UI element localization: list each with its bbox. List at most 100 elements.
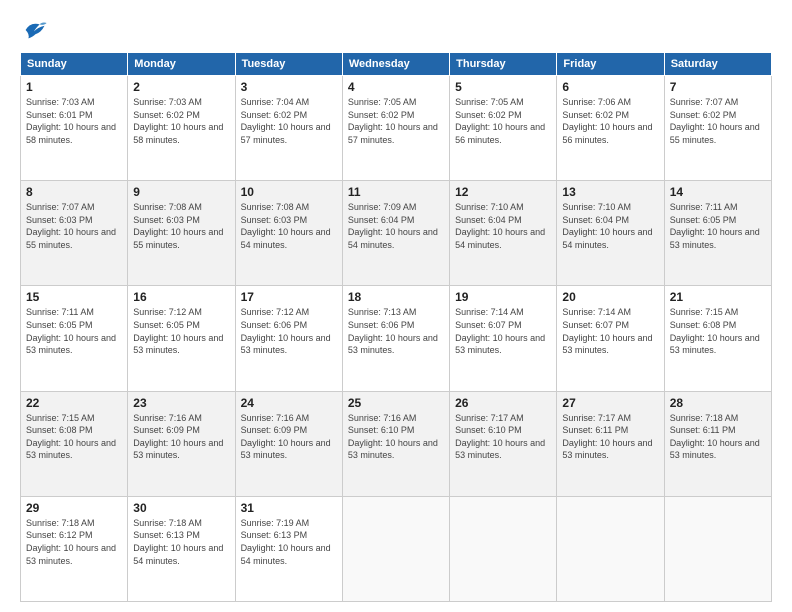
day-info: Sunrise: 7:09 AM Sunset: 6:04 PM Dayligh… bbox=[348, 201, 444, 251]
week-row-3: 15 Sunrise: 7:11 AM Sunset: 6:05 PM Dayl… bbox=[21, 286, 772, 391]
day-info: Sunrise: 7:12 AM Sunset: 6:05 PM Dayligh… bbox=[133, 306, 229, 356]
day-number: 16 bbox=[133, 290, 229, 304]
day-number: 23 bbox=[133, 396, 229, 410]
day-cell: 5 Sunrise: 7:05 AM Sunset: 6:02 PM Dayli… bbox=[450, 76, 557, 181]
day-number: 21 bbox=[670, 290, 766, 304]
day-info: Sunrise: 7:06 AM Sunset: 6:02 PM Dayligh… bbox=[562, 96, 658, 146]
day-info: Sunrise: 7:14 AM Sunset: 6:07 PM Dayligh… bbox=[455, 306, 551, 356]
day-cell: 11 Sunrise: 7:09 AM Sunset: 6:04 PM Dayl… bbox=[342, 181, 449, 286]
day-number: 7 bbox=[670, 80, 766, 94]
day-cell: 9 Sunrise: 7:08 AM Sunset: 6:03 PM Dayli… bbox=[128, 181, 235, 286]
weekday-wednesday: Wednesday bbox=[342, 53, 449, 76]
day-number: 4 bbox=[348, 80, 444, 94]
day-info: Sunrise: 7:07 AM Sunset: 6:02 PM Dayligh… bbox=[670, 96, 766, 146]
day-cell bbox=[450, 496, 557, 601]
day-cell: 3 Sunrise: 7:04 AM Sunset: 6:02 PM Dayli… bbox=[235, 76, 342, 181]
day-cell: 26 Sunrise: 7:17 AM Sunset: 6:10 PM Dayl… bbox=[450, 391, 557, 496]
day-cell: 6 Sunrise: 7:06 AM Sunset: 6:02 PM Dayli… bbox=[557, 76, 664, 181]
weekday-header-row: SundayMondayTuesdayWednesdayThursdayFrid… bbox=[21, 53, 772, 76]
day-info: Sunrise: 7:03 AM Sunset: 6:02 PM Dayligh… bbox=[133, 96, 229, 146]
weekday-saturday: Saturday bbox=[664, 53, 771, 76]
day-info: Sunrise: 7:10 AM Sunset: 6:04 PM Dayligh… bbox=[455, 201, 551, 251]
day-info: Sunrise: 7:12 AM Sunset: 6:06 PM Dayligh… bbox=[241, 306, 337, 356]
day-info: Sunrise: 7:08 AM Sunset: 6:03 PM Dayligh… bbox=[133, 201, 229, 251]
day-number: 13 bbox=[562, 185, 658, 199]
day-cell: 30 Sunrise: 7:18 AM Sunset: 6:13 PM Dayl… bbox=[128, 496, 235, 601]
day-cell: 19 Sunrise: 7:14 AM Sunset: 6:07 PM Dayl… bbox=[450, 286, 557, 391]
day-number: 25 bbox=[348, 396, 444, 410]
day-number: 3 bbox=[241, 80, 337, 94]
logo bbox=[20, 16, 52, 44]
day-info: Sunrise: 7:16 AM Sunset: 6:09 PM Dayligh… bbox=[241, 412, 337, 462]
weekday-friday: Friday bbox=[557, 53, 664, 76]
day-number: 18 bbox=[348, 290, 444, 304]
day-number: 22 bbox=[26, 396, 122, 410]
week-row-4: 22 Sunrise: 7:15 AM Sunset: 6:08 PM Dayl… bbox=[21, 391, 772, 496]
day-info: Sunrise: 7:18 AM Sunset: 6:12 PM Dayligh… bbox=[26, 517, 122, 567]
day-info: Sunrise: 7:03 AM Sunset: 6:01 PM Dayligh… bbox=[26, 96, 122, 146]
day-number: 29 bbox=[26, 501, 122, 515]
day-number: 1 bbox=[26, 80, 122, 94]
day-cell: 13 Sunrise: 7:10 AM Sunset: 6:04 PM Dayl… bbox=[557, 181, 664, 286]
day-cell: 24 Sunrise: 7:16 AM Sunset: 6:09 PM Dayl… bbox=[235, 391, 342, 496]
day-info: Sunrise: 7:14 AM Sunset: 6:07 PM Dayligh… bbox=[562, 306, 658, 356]
weekday-tuesday: Tuesday bbox=[235, 53, 342, 76]
day-cell: 7 Sunrise: 7:07 AM Sunset: 6:02 PM Dayli… bbox=[664, 76, 771, 181]
day-number: 11 bbox=[348, 185, 444, 199]
day-info: Sunrise: 7:19 AM Sunset: 6:13 PM Dayligh… bbox=[241, 517, 337, 567]
weekday-monday: Monday bbox=[128, 53, 235, 76]
day-info: Sunrise: 7:17 AM Sunset: 6:11 PM Dayligh… bbox=[562, 412, 658, 462]
day-cell: 15 Sunrise: 7:11 AM Sunset: 6:05 PM Dayl… bbox=[21, 286, 128, 391]
day-cell: 18 Sunrise: 7:13 AM Sunset: 6:06 PM Dayl… bbox=[342, 286, 449, 391]
day-cell: 8 Sunrise: 7:07 AM Sunset: 6:03 PM Dayli… bbox=[21, 181, 128, 286]
day-info: Sunrise: 7:10 AM Sunset: 6:04 PM Dayligh… bbox=[562, 201, 658, 251]
day-info: Sunrise: 7:05 AM Sunset: 6:02 PM Dayligh… bbox=[455, 96, 551, 146]
day-number: 6 bbox=[562, 80, 658, 94]
day-number: 14 bbox=[670, 185, 766, 199]
day-number: 17 bbox=[241, 290, 337, 304]
day-cell: 27 Sunrise: 7:17 AM Sunset: 6:11 PM Dayl… bbox=[557, 391, 664, 496]
day-cell: 2 Sunrise: 7:03 AM Sunset: 6:02 PM Dayli… bbox=[128, 76, 235, 181]
day-cell bbox=[557, 496, 664, 601]
day-number: 31 bbox=[241, 501, 337, 515]
page: SundayMondayTuesdayWednesdayThursdayFrid… bbox=[0, 0, 792, 612]
week-row-2: 8 Sunrise: 7:07 AM Sunset: 6:03 PM Dayli… bbox=[21, 181, 772, 286]
week-row-1: 1 Sunrise: 7:03 AM Sunset: 6:01 PM Dayli… bbox=[21, 76, 772, 181]
day-cell: 23 Sunrise: 7:16 AM Sunset: 6:09 PM Dayl… bbox=[128, 391, 235, 496]
day-info: Sunrise: 7:11 AM Sunset: 6:05 PM Dayligh… bbox=[670, 201, 766, 251]
logo-bird-icon bbox=[20, 16, 48, 44]
day-number: 15 bbox=[26, 290, 122, 304]
day-info: Sunrise: 7:16 AM Sunset: 6:10 PM Dayligh… bbox=[348, 412, 444, 462]
day-number: 19 bbox=[455, 290, 551, 304]
day-cell: 1 Sunrise: 7:03 AM Sunset: 6:01 PM Dayli… bbox=[21, 76, 128, 181]
day-info: Sunrise: 7:16 AM Sunset: 6:09 PM Dayligh… bbox=[133, 412, 229, 462]
calendar-body: 1 Sunrise: 7:03 AM Sunset: 6:01 PM Dayli… bbox=[21, 76, 772, 602]
day-number: 9 bbox=[133, 185, 229, 199]
day-info: Sunrise: 7:15 AM Sunset: 6:08 PM Dayligh… bbox=[26, 412, 122, 462]
day-number: 28 bbox=[670, 396, 766, 410]
weekday-thursday: Thursday bbox=[450, 53, 557, 76]
day-number: 5 bbox=[455, 80, 551, 94]
day-cell: 20 Sunrise: 7:14 AM Sunset: 6:07 PM Dayl… bbox=[557, 286, 664, 391]
day-cell: 17 Sunrise: 7:12 AM Sunset: 6:06 PM Dayl… bbox=[235, 286, 342, 391]
day-info: Sunrise: 7:13 AM Sunset: 6:06 PM Dayligh… bbox=[348, 306, 444, 356]
day-cell: 25 Sunrise: 7:16 AM Sunset: 6:10 PM Dayl… bbox=[342, 391, 449, 496]
day-info: Sunrise: 7:04 AM Sunset: 6:02 PM Dayligh… bbox=[241, 96, 337, 146]
day-cell: 4 Sunrise: 7:05 AM Sunset: 6:02 PM Dayli… bbox=[342, 76, 449, 181]
day-number: 12 bbox=[455, 185, 551, 199]
day-cell bbox=[664, 496, 771, 601]
day-number: 10 bbox=[241, 185, 337, 199]
day-number: 2 bbox=[133, 80, 229, 94]
day-number: 8 bbox=[26, 185, 122, 199]
day-info: Sunrise: 7:15 AM Sunset: 6:08 PM Dayligh… bbox=[670, 306, 766, 356]
day-cell: 14 Sunrise: 7:11 AM Sunset: 6:05 PM Dayl… bbox=[664, 181, 771, 286]
day-info: Sunrise: 7:05 AM Sunset: 6:02 PM Dayligh… bbox=[348, 96, 444, 146]
calendar-table: SundayMondayTuesdayWednesdayThursdayFrid… bbox=[20, 52, 772, 602]
day-cell: 28 Sunrise: 7:18 AM Sunset: 6:11 PM Dayl… bbox=[664, 391, 771, 496]
day-number: 26 bbox=[455, 396, 551, 410]
day-info: Sunrise: 7:17 AM Sunset: 6:10 PM Dayligh… bbox=[455, 412, 551, 462]
day-cell: 21 Sunrise: 7:15 AM Sunset: 6:08 PM Dayl… bbox=[664, 286, 771, 391]
weekday-sunday: Sunday bbox=[21, 53, 128, 76]
day-info: Sunrise: 7:11 AM Sunset: 6:05 PM Dayligh… bbox=[26, 306, 122, 356]
header bbox=[20, 16, 772, 44]
